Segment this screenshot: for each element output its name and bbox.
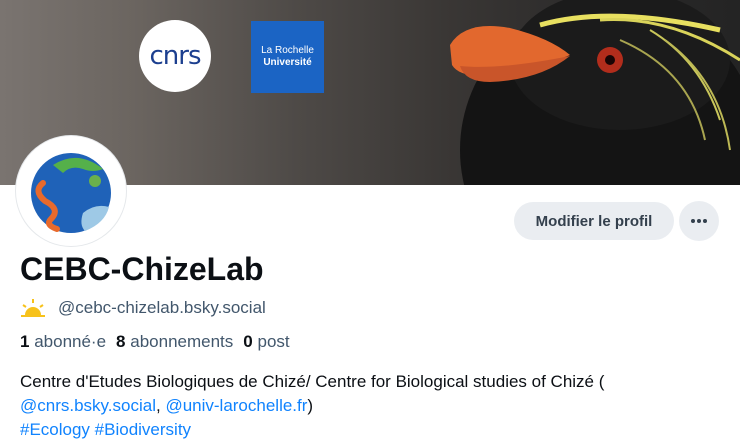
display-name: CEBC-ChizeLab xyxy=(20,251,264,287)
posts-stat: 0 post xyxy=(243,332,289,352)
profile-bio: Centre d'Etudes Biologiques de Chizé/ Ce… xyxy=(20,370,725,442)
followers-label: abonné·e xyxy=(34,332,107,351)
sun-icon xyxy=(21,299,45,317)
followers-count: 1 xyxy=(20,332,30,351)
following-count: 8 xyxy=(116,332,126,351)
mention-cnrs-link[interactable]: @cnrs.bsky.social xyxy=(20,396,156,415)
la-rochelle-universite-logo: La Rochelle Université xyxy=(251,21,324,93)
avatar[interactable] xyxy=(16,136,126,246)
avatar-logo xyxy=(31,153,111,233)
hashtag-biodiversity-link[interactable]: #Biodiversity xyxy=(95,420,191,439)
following-label: abonnements xyxy=(130,332,234,351)
posts-count: 0 xyxy=(243,332,253,351)
following-stat[interactable]: 8 abonnements xyxy=(116,332,233,352)
lru-logo-line2: Université xyxy=(263,57,312,68)
penguin-photo xyxy=(450,0,740,185)
handle-row: @cebc-chizelab.bsky.social xyxy=(20,298,266,318)
more-options-button[interactable] xyxy=(679,201,719,241)
edit-profile-button[interactable]: Modifier le profil xyxy=(514,202,674,240)
followers-stat[interactable]: 1 abonné·e xyxy=(20,332,106,352)
hashtag-ecology-link[interactable]: #Ecology xyxy=(20,420,90,439)
cnrs-logo: cnrs xyxy=(139,20,211,92)
handle-text: @cebc-chizelab.bsky.social xyxy=(58,298,266,317)
cnrs-logo-text: cnrs xyxy=(149,41,201,71)
more-horizontal-icon xyxy=(691,219,707,223)
bio-text: Centre d'Etudes Biologiques de Chizé/ Ce… xyxy=(20,372,605,391)
bio-close-paren: ) xyxy=(307,396,314,415)
lru-logo-line1: La Rochelle xyxy=(261,45,314,56)
mention-univ-larochelle-link[interactable]: @univ-larochelle.fr xyxy=(165,396,307,415)
posts-label: post xyxy=(257,332,290,351)
profile-stats: 1 abonné·e 8 abonnements 0 post xyxy=(20,332,290,352)
